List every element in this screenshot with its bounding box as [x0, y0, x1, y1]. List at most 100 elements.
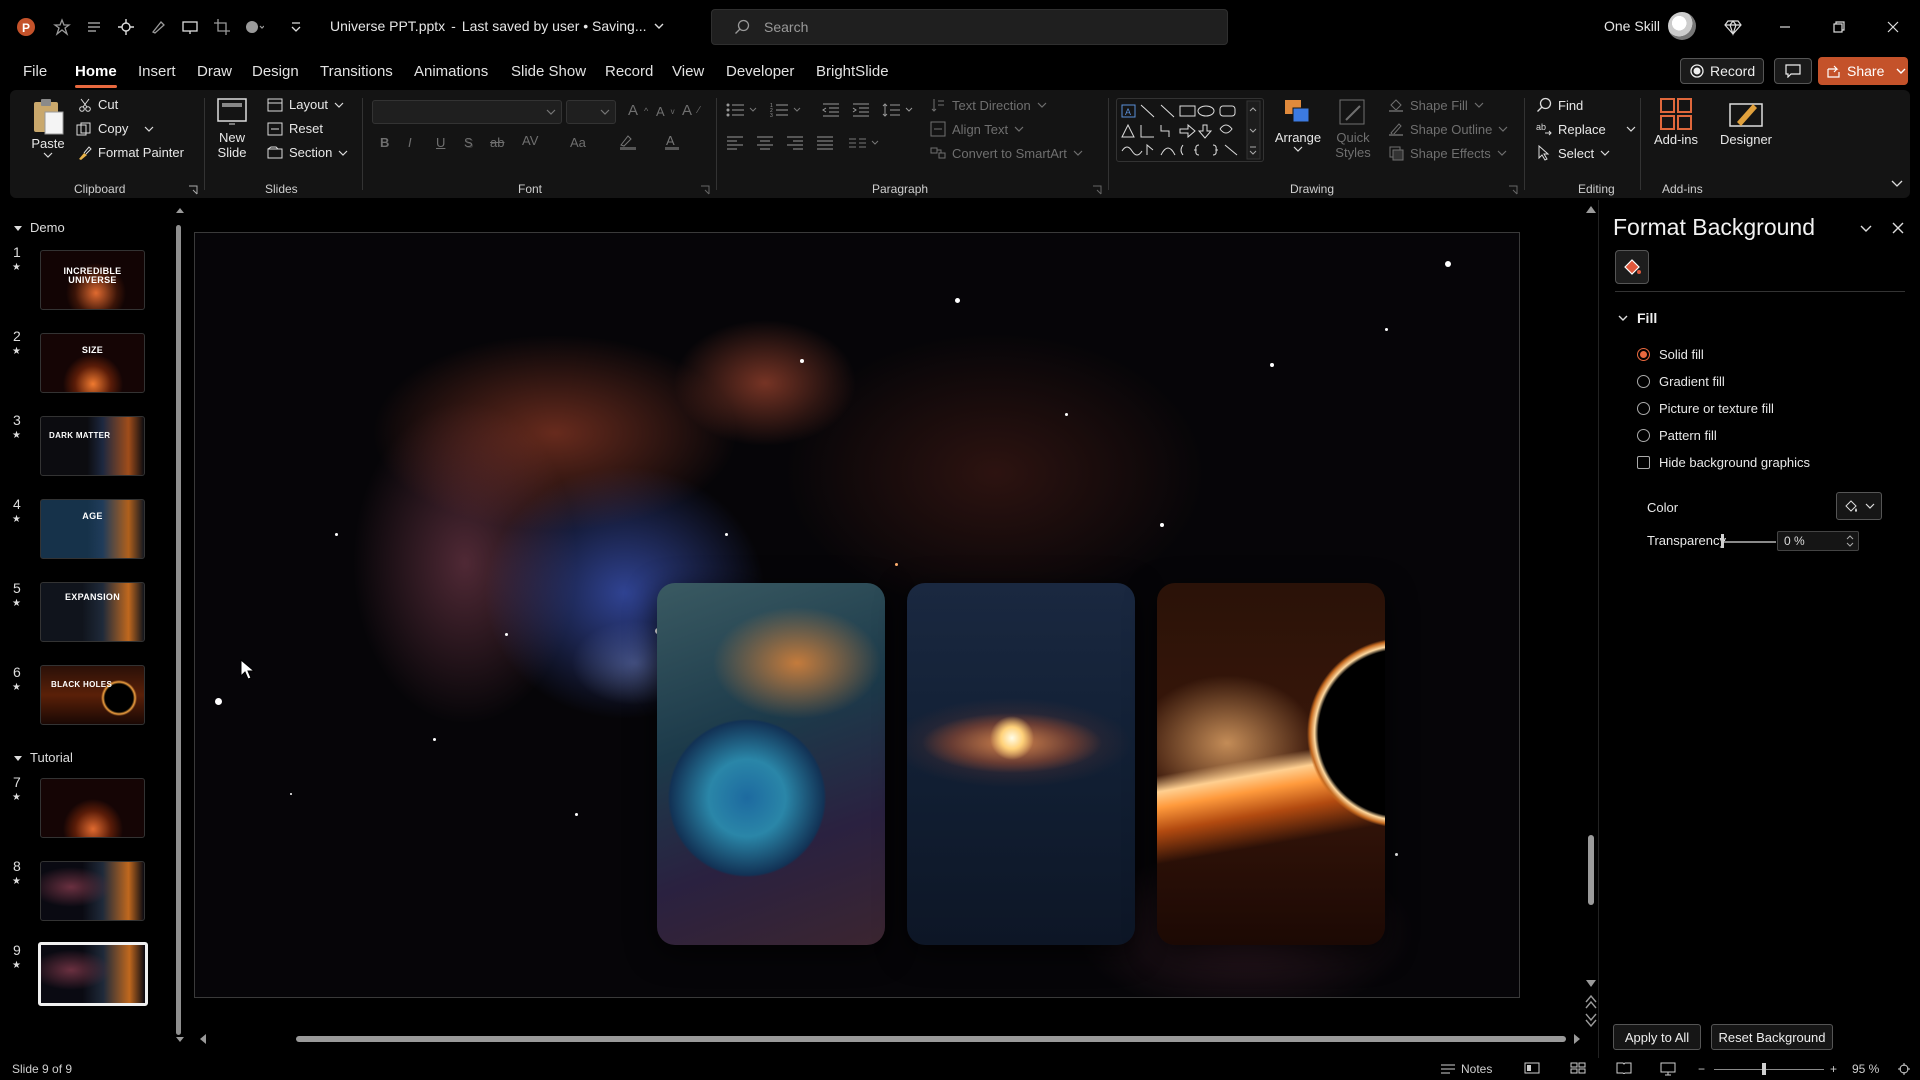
- notes-button[interactable]: Notes: [1440, 1062, 1492, 1076]
- document-title[interactable]: Universe PPT.pptx - Last saved by user •…: [330, 18, 665, 34]
- reset-button[interactable]: Reset: [267, 121, 323, 136]
- tab-brightslide[interactable]: BrightSlide: [816, 63, 889, 80]
- tab-transitions[interactable]: Transitions: [320, 63, 393, 80]
- slide-thumbnail-6[interactable]: BLACK HOLES: [40, 665, 145, 725]
- text-direction-button[interactable]: Text Direction: [930, 97, 1047, 113]
- numbering-icon[interactable]: 123: [770, 102, 804, 118]
- search-input[interactable]: Search: [711, 9, 1228, 45]
- slide-thumbnail-8[interactable]: [40, 861, 145, 921]
- minimize-icon[interactable]: [1768, 12, 1802, 42]
- powerpoint-icon[interactable]: P: [14, 15, 38, 39]
- galaxy-image[interactable]: [907, 583, 1135, 945]
- restore-icon[interactable]: [1822, 12, 1856, 42]
- shadow-button[interactable]: S: [464, 135, 473, 150]
- layout-button[interactable]: Layout: [267, 97, 344, 112]
- find-button[interactable]: Find: [1536, 97, 1583, 113]
- character-spacing-icon[interactable]: AV: [522, 133, 538, 148]
- pattern-fill-option[interactable]: Pattern fill: [1637, 428, 1717, 443]
- dialog-launcher-icon[interactable]: [1092, 185, 1102, 195]
- replace-button[interactable]: ab Replace: [1536, 121, 1636, 137]
- tab-record[interactable]: Record: [605, 63, 653, 80]
- reading-view-icon[interactable]: [1616, 1062, 1632, 1074]
- quick-styles-button[interactable]: Quick Styles: [1330, 96, 1376, 160]
- grow-font-icon[interactable]: A ^: [628, 102, 648, 119]
- zoom-slider[interactable]: [1714, 1069, 1824, 1070]
- previous-slide-icon[interactable]: [1585, 995, 1597, 1009]
- shapes-icon[interactable]: [242, 15, 266, 39]
- line-spacing-icon[interactable]: [882, 102, 916, 118]
- slide-sorter-icon[interactable]: [1570, 1062, 1586, 1074]
- reset-background-button[interactable]: Reset Background: [1711, 1024, 1833, 1050]
- spinner-icon[interactable]: [1846, 533, 1854, 549]
- tab-developer[interactable]: Developer: [726, 63, 794, 80]
- change-case-icon[interactable]: Aa: [570, 135, 586, 150]
- dialog-launcher-icon[interactable]: [700, 185, 710, 195]
- hide-background-graphics-option[interactable]: Hide background graphics: [1637, 455, 1810, 470]
- scrollbar-thumb[interactable]: [1588, 835, 1594, 905]
- strikethrough-button[interactable]: ab: [490, 135, 504, 150]
- shape-fill-button[interactable]: Shape Fill: [1388, 97, 1484, 113]
- slide-thumbnail-2[interactable]: SIZE: [40, 333, 145, 393]
- radio-button[interactable]: [1637, 429, 1650, 442]
- radio-button[interactable]: [1637, 402, 1650, 415]
- decrease-indent-icon[interactable]: [822, 102, 840, 118]
- font-family-select[interactable]: [372, 100, 562, 124]
- align-center-icon[interactable]: [756, 135, 774, 151]
- record-button[interactable]: Record: [1680, 58, 1764, 84]
- tab-file[interactable]: File: [23, 63, 47, 80]
- close-icon[interactable]: [1891, 221, 1905, 235]
- horizontal-scrollbar[interactable]: [200, 1032, 1580, 1046]
- tab-view[interactable]: View: [672, 63, 704, 80]
- paste-button[interactable]: Paste: [28, 96, 68, 159]
- font-size-select[interactable]: [566, 100, 616, 124]
- present-icon[interactable]: [178, 15, 202, 39]
- shrink-font-icon[interactable]: Av: [656, 104, 675, 119]
- radio-button[interactable]: [1637, 348, 1650, 361]
- black-hole-image[interactable]: [1157, 583, 1385, 945]
- crop-icon[interactable]: [210, 15, 234, 39]
- bubble-nebula-image[interactable]: [657, 583, 885, 945]
- next-slide-icon[interactable]: [1585, 1013, 1597, 1027]
- scrollbar-thumb[interactable]: [176, 225, 181, 1035]
- highlight-color-icon[interactable]: [618, 133, 644, 151]
- thumbnail-scrollbar[interactable]: [176, 205, 184, 1043]
- apply-to-all-button[interactable]: Apply to All: [1613, 1024, 1701, 1050]
- list-icon[interactable]: [82, 15, 106, 39]
- picture-fill-option[interactable]: Picture or texture fill: [1637, 401, 1774, 416]
- align-right-icon[interactable]: [786, 135, 804, 151]
- zoom-out-button[interactable]: −: [1698, 1062, 1705, 1076]
- align-left-icon[interactable]: [726, 135, 744, 151]
- highlight-icon[interactable]: [146, 15, 170, 39]
- slide-thumbnail-9[interactable]: [38, 942, 148, 1006]
- justify-icon[interactable]: [816, 135, 834, 151]
- bullets-icon[interactable]: [726, 102, 760, 118]
- clear-formatting-icon[interactable]: A ∕: [682, 102, 700, 119]
- avatar[interactable]: [1668, 12, 1696, 40]
- tab-design[interactable]: Design: [252, 63, 299, 80]
- dialog-launcher-icon[interactable]: [188, 185, 198, 195]
- close-icon[interactable]: [1876, 12, 1910, 42]
- fill-section-header[interactable]: Fill: [1617, 310, 1657, 326]
- radio-button[interactable]: [1637, 375, 1650, 388]
- fill-tab[interactable]: [1615, 250, 1649, 284]
- share-button[interactable]: Share: [1818, 57, 1908, 85]
- chevron-down-icon[interactable]: [1859, 224, 1873, 234]
- tab-animations[interactable]: Animations: [414, 63, 488, 80]
- gradient-fill-option[interactable]: Gradient fill: [1637, 374, 1725, 389]
- zoom-slider-thumb[interactable]: [1762, 1063, 1766, 1075]
- customize-icon[interactable]: [284, 15, 308, 39]
- zoom-level[interactable]: 95 %: [1852, 1062, 1879, 1076]
- underline-button[interactable]: U: [436, 135, 445, 150]
- user-name[interactable]: One Skill: [1604, 18, 1660, 34]
- tab-home[interactable]: Home: [75, 63, 117, 88]
- slide-canvas[interactable]: [194, 232, 1520, 998]
- arrange-button[interactable]: Arrange: [1274, 96, 1322, 153]
- new-slide-button[interactable]: New Slide: [210, 96, 254, 160]
- slide-thumbnail-1[interactable]: INCREDIBLE UNIVERSE: [40, 250, 145, 310]
- designer-button[interactable]: Designer: [1714, 96, 1778, 147]
- zoom-in-button[interactable]: +: [1830, 1062, 1837, 1076]
- section-demo[interactable]: Demo: [14, 220, 65, 235]
- cut-button[interactable]: Cut: [78, 97, 118, 112]
- columns-icon[interactable]: [848, 135, 882, 151]
- transparency-slider[interactable]: [1721, 541, 1776, 543]
